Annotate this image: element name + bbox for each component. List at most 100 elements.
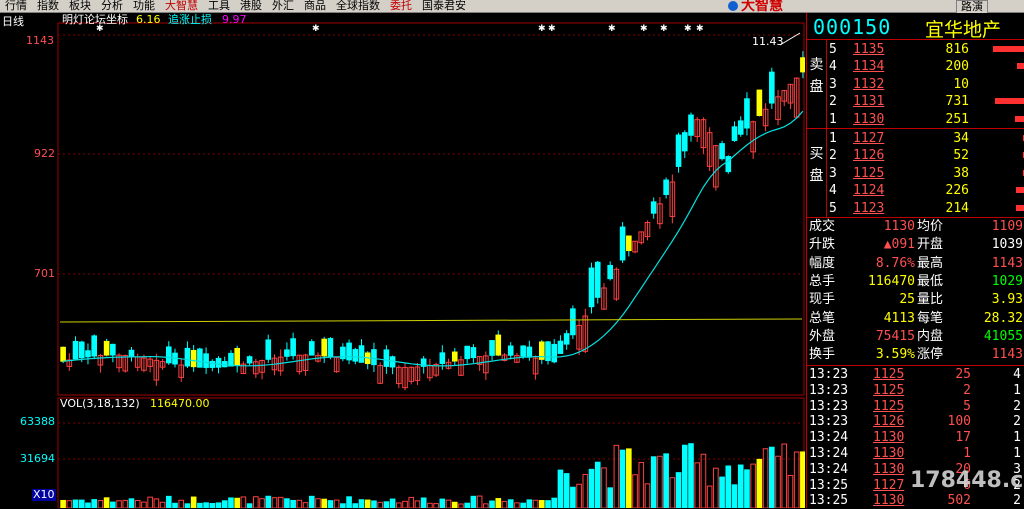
tick-row: 13:23 1126 100 2 <box>809 414 1024 430</box>
menu-item-10[interactable]: 全球指数 <box>331 0 385 12</box>
stat-row: 总手 116470 最低 1029 <box>809 273 1024 291</box>
menu-item-9[interactable]: 商品 <box>299 0 331 12</box>
tick-price: 1130 <box>873 446 905 461</box>
volume-bar <box>122 499 129 508</box>
menu-item-0[interactable]: 行情 <box>0 0 32 12</box>
stat-key: 升跌 <box>809 237 836 253</box>
volume-bar <box>995 98 1024 105</box>
volume-bar <box>507 499 514 508</box>
volume-bar <box>756 458 763 508</box>
candle-body <box>688 114 694 136</box>
volume-bar <box>240 496 247 508</box>
stat-key-2: 量比 <box>917 292 944 308</box>
volume-bar <box>134 499 141 508</box>
volume-bar <box>433 503 439 508</box>
tick-count: 2 <box>1013 414 1021 430</box>
volume-bar <box>110 501 116 508</box>
menu-item-5[interactable]: 大智慧 <box>160 0 203 12</box>
volume-bar <box>284 498 290 508</box>
stat-row: 现手 25 量比 3.93 <box>809 291 1024 309</box>
candle-body <box>626 235 632 252</box>
volume-bar <box>557 469 564 508</box>
vol-unit-badge[interactable]: X10 <box>32 489 56 501</box>
price: 1130 <box>853 111 885 127</box>
stock-code[interactable]: 000150 <box>813 15 891 39</box>
volume: 34 <box>953 131 969 146</box>
tick-time: 13:23 <box>809 367 849 382</box>
menu-item-12[interactable]: 国泰君安 <box>417 0 471 12</box>
volume-bar <box>60 499 66 508</box>
volume-bar <box>215 502 222 508</box>
tick-row: 13:23 1125 5 2 <box>809 399 1024 415</box>
volume-bar <box>165 495 172 508</box>
volume-bar <box>333 499 340 508</box>
price: 1134 <box>853 59 885 75</box>
signal-marker: ✱ <box>696 24 704 34</box>
stat-value-2: 1109 <box>991 219 1023 234</box>
menu-item-11[interactable]: 委托 <box>385 0 417 12</box>
stat-value-2: 1039 <box>991 237 1023 253</box>
stat-value-2: 3.93 <box>991 292 1023 308</box>
candle-body <box>246 356 253 364</box>
stat-key-2: 开盘 <box>917 237 944 253</box>
menu-item-3[interactable]: 分析 <box>96 0 128 12</box>
stat-value: 3.59% <box>875 347 915 363</box>
volume-bar <box>147 496 153 508</box>
sell-row[interactable]: 4 1134 200 <box>829 58 1024 75</box>
vol-label-mid: 31694 <box>20 452 55 465</box>
candle-body <box>520 345 526 357</box>
tick-price: 1126 <box>873 414 905 430</box>
sell-row[interactable]: 1 1130 251 <box>829 111 1024 128</box>
buy-row[interactable]: 2 1126 52 <box>829 147 1024 164</box>
buy-row[interactable]: 4 1124 226 <box>829 182 1024 199</box>
menu-item-2[interactable]: 板块 <box>64 0 96 12</box>
volume-bar <box>657 455 663 508</box>
volume-bar <box>619 449 626 508</box>
volume-bar <box>153 498 160 508</box>
volume-bar <box>993 46 1024 52</box>
y-label-mid: 922 <box>34 147 55 160</box>
volume-bar <box>377 501 383 508</box>
volume-bar <box>246 503 253 508</box>
candle-body <box>228 352 234 367</box>
stat-value: ▲091 <box>883 237 915 253</box>
sell-row[interactable]: 5 1135 816 <box>829 41 1024 58</box>
sell-row[interactable]: 2 1131 731 <box>829 93 1024 110</box>
buy-row[interactable]: 1 1127 34 <box>829 130 1024 147</box>
buy-row[interactable]: 3 1125 38 <box>829 165 1024 182</box>
indicator-title: 明灯论坛坐标 <box>62 13 128 26</box>
sell-row[interactable]: 3 1132 10 <box>829 76 1024 93</box>
stat-row: 升跌 ▲091 开盘 1039 <box>809 236 1024 254</box>
candle-body <box>607 264 613 280</box>
candle-body <box>358 345 365 363</box>
menu-item-7[interactable]: 港股 <box>235 0 267 12</box>
menu-bar: 行情 指数 板块 分析 功能 大智慧 工具 港股 外汇 商品 全球指数 委托 国泰君安 <box>0 0 1024 13</box>
volume-bar <box>694 462 701 508</box>
volume-bar <box>190 496 197 508</box>
volume-bar <box>775 455 781 508</box>
tick-time: 13:23 <box>809 398 849 414</box>
candle-body <box>352 349 359 362</box>
volume: 251 <box>945 111 969 127</box>
menu-item-8[interactable]: 外汇 <box>267 0 299 12</box>
roadshow-button[interactable]: 路演 <box>956 0 988 14</box>
volume-bar <box>781 443 788 508</box>
volume-bar <box>408 496 415 508</box>
vol-value: 116470.00 <box>150 397 210 410</box>
buy-row[interactable]: 5 1123 214 <box>829 200 1024 217</box>
price: 1125 <box>853 165 885 181</box>
volume-bar <box>265 495 272 508</box>
volume-bar <box>277 496 284 508</box>
stat-value-2: 1029 <box>991 273 1023 289</box>
tick-qty: 25 <box>955 367 971 382</box>
volume-bar <box>688 443 694 508</box>
signal-marker: ✱ <box>608 24 616 34</box>
candle-body <box>557 340 564 354</box>
kline-chart[interactable]: ✱ ✱ ✱ ✱ ✱ ✱ ✱ ✱ ✱ 日线 明灯论坛坐标 6.16 追涨止损 9.97 1143 … <box>0 13 805 508</box>
volume-bar <box>172 502 178 508</box>
menu-item-1[interactable]: 指数 <box>32 0 64 12</box>
signal-marker: ✱ <box>312 24 320 34</box>
menu-item-6[interactable]: 工具 <box>203 0 235 12</box>
menu-item-4[interactable]: 功能 <box>128 0 160 12</box>
period-label[interactable]: 日线 <box>2 16 24 28</box>
